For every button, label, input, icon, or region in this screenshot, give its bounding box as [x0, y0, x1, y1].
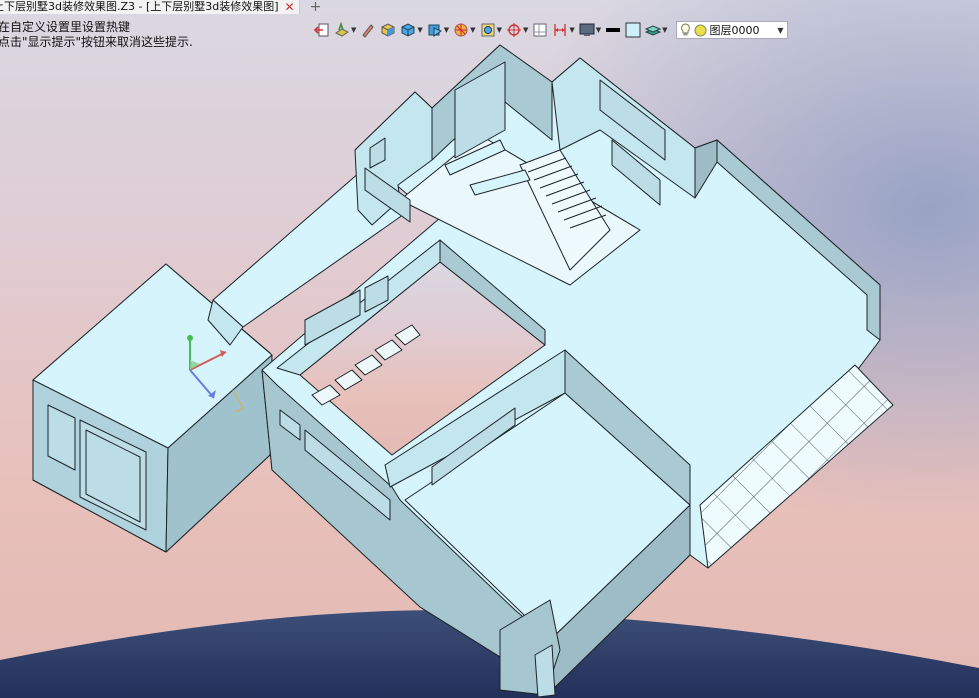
hint-line-1: 在自定义设置里设置热键	[0, 20, 131, 34]
dimension-icon	[554, 24, 566, 36]
line-color-button[interactable]	[605, 20, 621, 40]
chevron-down-icon: ▼	[595, 26, 602, 34]
chevron-down-icon: ▼	[777, 25, 784, 35]
house-model-scene[interactable]	[0, 0, 979, 698]
view-toolbar: ▼ ▼ ▼ ▼ ▼ ▼ ▼ ▼ ▼ 图层0000 ▼	[314, 19, 788, 41]
cube-button[interactable]: ▼	[400, 20, 423, 40]
plus-icon[interactable]: +	[310, 0, 322, 14]
chevron-down-icon: ▼	[522, 26, 529, 34]
fit-view-button[interactable]: ▼	[480, 20, 502, 40]
close-icon[interactable]: ✕	[285, 0, 295, 14]
chevron-down-icon: ▼	[569, 26, 575, 34]
layers-button[interactable]: ▼	[645, 20, 668, 40]
chevron-down-icon: ▼	[496, 26, 502, 34]
sun-filter-icon	[454, 23, 468, 37]
cube-icon	[401, 23, 415, 37]
document-tab-title: 上下层别墅3d装修效果图.Z3 - [上下层别墅3d装修效果图]	[0, 0, 279, 13]
shaded-box-button[interactable]	[380, 20, 396, 40]
lightbulb-icon	[680, 23, 690, 36]
display-button[interactable]: ▼	[579, 20, 601, 40]
section-view-icon	[533, 23, 547, 37]
document-tab[interactable]: 上下层别墅3d装修效果图.Z3 - [上下层别墅3d装修效果图] ✕	[0, 0, 300, 14]
chevron-down-icon: ▼	[662, 26, 668, 34]
layers-icon	[645, 25, 662, 36]
face-color-icon	[625, 22, 641, 38]
3d-viewport[interactable]	[0, 0, 979, 698]
pencil-icon	[362, 24, 375, 38]
sun-filter-button[interactable]: ▼	[453, 20, 476, 40]
display-monitor-icon	[579, 23, 595, 36]
surface-edit-button[interactable]: ▼	[334, 20, 356, 40]
hint-line-2: 点击"显示提示"按钮来取消这些提示.	[0, 35, 193, 49]
section-view-button[interactable]	[532, 20, 548, 40]
hint-text: 在自定义设置里设置热键 点击"显示提示"按钮来取消这些提示.	[0, 20, 193, 50]
layer-name: 图层0000	[709, 24, 760, 37]
target-crosshair-icon	[506, 23, 521, 37]
chevron-down-icon: ▼	[470, 26, 476, 34]
fit-view-icon	[481, 23, 495, 37]
layer-dropdown[interactable]: 图层0000 ▼	[675, 21, 788, 39]
surface-edit-icon	[335, 22, 349, 37]
exit-icon	[314, 23, 329, 37]
chevron-down-icon: ▼	[351, 26, 357, 34]
exit-button[interactable]	[314, 20, 330, 40]
target-button[interactable]: ▼	[506, 20, 528, 40]
shaded-box-icon	[381, 23, 395, 37]
render-mode-icon	[428, 24, 442, 37]
chevron-down-icon: ▼	[443, 26, 450, 34]
document-tab-bar: 上下层别墅3d装修效果图.Z3 - [上下层别墅3d装修效果图] ✕ +	[0, 0, 979, 14]
face-color-button[interactable]	[625, 20, 641, 40]
pencil-button[interactable]	[360, 20, 376, 40]
dimension-button[interactable]: ▼	[552, 20, 575, 40]
chevron-down-icon: ▼	[417, 26, 423, 34]
line-color-icon	[606, 28, 621, 32]
axis-gizmo[interactable]	[178, 330, 248, 430]
layer-color-icon	[694, 24, 707, 36]
render-mode-button[interactable]: ▼	[427, 20, 449, 40]
